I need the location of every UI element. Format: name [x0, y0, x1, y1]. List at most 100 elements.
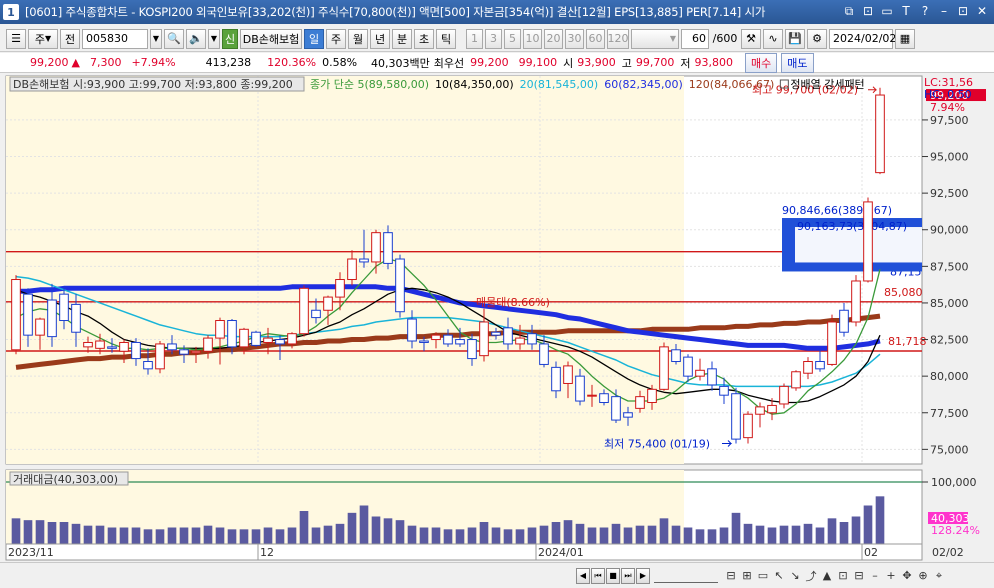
period-week-tab[interactable]: 주: [326, 28, 346, 49]
share-icon[interactable]: ⊡: [860, 3, 876, 19]
volume-bar: [407, 525, 417, 544]
volume-bar: [623, 527, 633, 544]
box-label-lower: 90,163,73(3004,87): [797, 220, 907, 233]
calendar-icon[interactable]: ▦: [895, 28, 915, 49]
volume-title: 거래대금(40,303,00): [13, 473, 118, 486]
candle-body: [119, 341, 129, 352]
up-arrow-icon: ▲: [71, 56, 80, 69]
sell-button[interactable]: 매도: [781, 52, 814, 73]
line-draw-icon[interactable]: ↘: [788, 568, 802, 584]
candle-body: [575, 375, 585, 402]
period-month-tab[interactable]: 월: [348, 28, 368, 49]
code-dropdown-icon[interactable]: ▼: [150, 28, 162, 49]
volume-ytick: 100,000: [931, 476, 977, 489]
scroll-start-icon[interactable]: ◀: [576, 567, 590, 584]
fit-icon[interactable]: ⊞: [740, 568, 754, 584]
interval-30-button[interactable]: 30: [565, 28, 584, 49]
save-icon[interactable]: 💾: [785, 28, 805, 49]
print-icon[interactable]: ⊟: [852, 568, 866, 584]
menu-icon[interactable]: ☰: [6, 28, 26, 49]
chart-canvas[interactable]: 88,50087,1585,08081,718 90,846,66(3892,6…: [0, 74, 994, 562]
volume-bar: [695, 529, 705, 544]
font-icon[interactable]: T: [898, 3, 914, 19]
volume-bar: [875, 496, 885, 544]
volume-bar: [215, 527, 225, 544]
market-select[interactable]: 주 ▼: [28, 28, 58, 49]
scroll-end-icon[interactable]: ▶: [636, 567, 650, 584]
period-second-tab[interactable]: 초: [414, 28, 434, 49]
volume-bar: [539, 525, 549, 544]
volume-bar: [11, 518, 21, 544]
interval-60-button[interactable]: 60: [586, 28, 605, 49]
minus-icon[interactable]: –: [868, 568, 882, 584]
zoom-in-icon[interactable]: ⊕: [916, 568, 930, 584]
interval-5-button[interactable]: 5: [504, 28, 521, 49]
price-tick-label: 85,000: [930, 297, 969, 310]
stock-code-input[interactable]: 005830: [82, 28, 148, 49]
indicator-icon[interactable]: ▲: [820, 568, 834, 584]
candle-body: [755, 406, 765, 415]
buy-button[interactable]: 매수: [745, 52, 778, 73]
candle-body: [779, 385, 789, 405]
stop-icon[interactable]: ■: [606, 567, 620, 584]
chart-wave-icon[interactable]: ∿: [763, 28, 783, 49]
zoom-out-icon[interactable]: ⊟: [724, 568, 738, 584]
speaker-dropdown-icon[interactable]: ▼: [208, 28, 220, 49]
trend-icon[interactable]: ⤴: [804, 568, 818, 584]
search-icon[interactable]: 🔍: [164, 28, 184, 49]
candle-body: [731, 393, 741, 440]
maximize-icon[interactable]: ⊡: [955, 3, 971, 19]
date-input[interactable]: 2024/02/02: [829, 28, 896, 49]
scroll-left-icon[interactable]: ⏮: [591, 567, 605, 584]
volume-bar: [611, 523, 621, 544]
interval-custom-select[interactable]: ▼: [631, 28, 679, 49]
window-icon[interactable]: ▭: [756, 568, 770, 584]
volume-bar: [683, 527, 693, 544]
export-icon[interactable]: ⊡: [836, 568, 850, 584]
candle-body: [95, 340, 105, 349]
tools-icon[interactable]: ⚒: [741, 28, 761, 49]
box-label-upper: 90,846,66(3892,67): [782, 204, 892, 217]
gear-icon[interactable]: ⚙: [807, 28, 827, 49]
plus-icon[interactable]: +: [884, 568, 898, 584]
volume-bar: [443, 529, 453, 544]
speaker-icon[interactable]: 🔈: [186, 28, 206, 49]
period-minute-tab[interactable]: 분: [392, 28, 412, 49]
volume-bar: [23, 520, 33, 544]
scroll-right-icon[interactable]: ⏭: [621, 567, 635, 584]
candle-body: [179, 349, 189, 355]
candle-body: [143, 361, 153, 370]
data-count-input[interactable]: 60: [681, 28, 709, 49]
cursor-icon[interactable]: ↖: [772, 568, 786, 584]
minimize-icon[interactable]: –: [936, 3, 952, 19]
interval-10-button[interactable]: 10: [523, 28, 542, 49]
interval-1-button[interactable]: 1: [466, 28, 483, 49]
close-icon[interactable]: ✕: [974, 3, 990, 19]
interval-120-button[interactable]: 120: [607, 28, 629, 49]
period-year-tab[interactable]: 년: [370, 28, 390, 49]
zoom-slider[interactable]: [654, 569, 718, 583]
help-icon[interactable]: ?: [917, 3, 933, 19]
prev-button[interactable]: 전: [60, 28, 80, 49]
interval-3-button[interactable]: 3: [485, 28, 502, 49]
move-icon[interactable]: ✥: [900, 568, 914, 584]
stock-name-field: DB손해보험: [240, 28, 302, 49]
period-day-tab[interactable]: 일: [304, 28, 324, 49]
settings-icon[interactable]: ▭: [879, 3, 895, 19]
link-window-icon[interactable]: ⧉: [841, 3, 857, 19]
interval-20-button[interactable]: 20: [544, 28, 563, 49]
period-tick-tab[interactable]: 틱: [436, 28, 456, 49]
stock-chart[interactable]: 88,50087,1585,08081,718 90,846,66(3892,6…: [0, 74, 994, 562]
volume-bar: [755, 525, 765, 544]
candle-body: [155, 343, 165, 370]
volume-bar: [671, 525, 681, 544]
candle-body: [167, 343, 177, 351]
volume-bar: [275, 529, 285, 544]
candle-body: [851, 280, 861, 323]
crosshair-icon[interactable]: ⌖: [932, 568, 946, 584]
candle-body: [539, 343, 549, 365]
volume-bar: [575, 523, 585, 544]
candle-body: [395, 258, 405, 313]
chart-title: DB손해보험 시:93,900 고:99,700 저:93,800 종:99,2…: [13, 77, 293, 91]
candle-body: [419, 340, 429, 343]
